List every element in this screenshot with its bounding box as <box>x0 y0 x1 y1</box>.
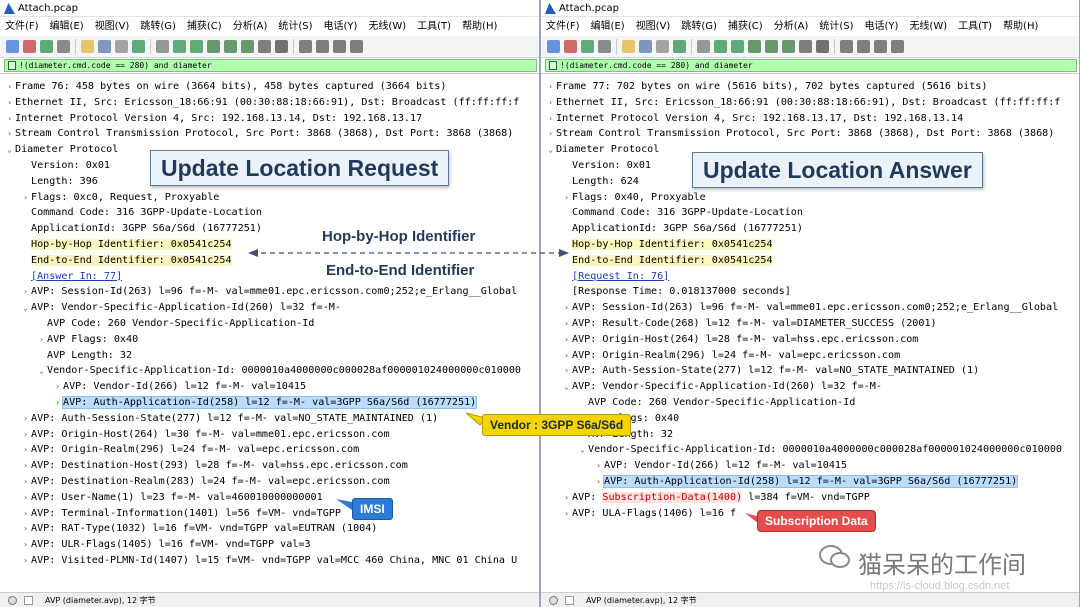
imsi-badge: IMSI <box>352 498 393 520</box>
imsi-pointer <box>336 499 352 510</box>
vendor-badge: Vendor : 3GPP S6a/S6d <box>482 414 632 436</box>
subscription-data-badge: Subscription Data <box>757 510 876 532</box>
hop-arrow-left-head <box>248 249 258 257</box>
hop-arrow-right-head <box>559 249 569 257</box>
watermark-text: 猫呆呆的工作间 <box>858 552 1026 579</box>
wechat-logo-icon <box>819 545 850 568</box>
watermark-url: https://is-cloud.blog.csdn.net <box>870 580 1010 592</box>
annotation-arrows <box>248 249 760 523</box>
